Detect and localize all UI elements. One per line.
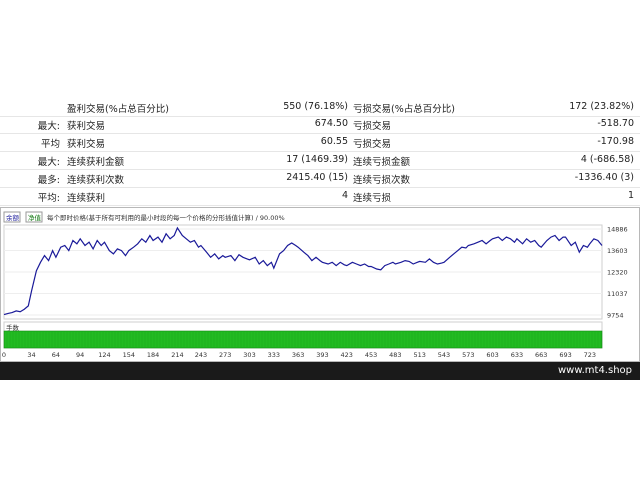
stat-label: 连续获利金额 [67, 157, 125, 168]
x-tick-label: 124 [98, 351, 110, 359]
stat-label: 亏损交易 [353, 121, 392, 132]
stat-value: 4 (-686.58) [580, 154, 634, 165]
stat-value: 674.50 [314, 118, 348, 129]
backtest-chart-panel: 余额 净值 每个即时价格(基于所有可利用的最小时段的每一个价格的分形插值计算) … [0, 207, 640, 362]
lots-label: 手数 [6, 323, 20, 332]
x-tick-label: 154 [123, 351, 135, 359]
y-tick-label: 9754 [607, 312, 624, 320]
x-tick-label: 573 [462, 351, 474, 359]
stat-value: -170.98 [597, 136, 634, 147]
stat-value: -1336.40 (3) [574, 172, 634, 183]
x-tick-label: 633 [511, 351, 523, 359]
chart-description: 每个即时价格(基于所有可利用的最小时段的每一个价格的分形插值计算) / 90.0… [47, 213, 285, 222]
stats-row: 平均: 连续获利 4 连续亏损 1 [0, 188, 640, 206]
x-tick-label: 273 [219, 351, 231, 359]
x-tick-label: 363 [292, 351, 304, 359]
stat-label: 连续亏损次数 [353, 175, 411, 186]
stat-value: 550 (76.18%) [283, 101, 348, 112]
y-tick-label: 11037 [607, 290, 628, 298]
stats-row: 盈利交易(%占总百分比) 550 (76.18%) 亏损交易(%占总百分比) 1… [0, 99, 640, 117]
equity-legend-label: 净值 [28, 213, 42, 222]
balance-legend-label: 余额 [6, 213, 20, 222]
x-tick-label: 64 [52, 351, 60, 359]
stat-label: 盈利交易(%占总百分比) [67, 104, 169, 115]
stat-value: 1 [627, 190, 634, 201]
x-tick-label: 663 [535, 351, 547, 359]
stat-label: 亏损交易(%占总百分比) [353, 104, 455, 115]
x-tick-label: 333 [268, 351, 280, 359]
stat-label: 连续亏损 [353, 193, 392, 204]
trade-stats-table: 盈利交易(%占总百分比) 550 (76.18%) 亏损交易(%占总百分比) 1… [0, 99, 640, 206]
stat-label: 获利交易 [67, 121, 106, 132]
x-tick-label: 243 [195, 351, 207, 359]
x-tick-label: 723 [584, 351, 596, 359]
stat-label: 最大: [37, 121, 60, 132]
stat-label: 最多: [37, 175, 60, 186]
x-tick-label: 0 [2, 351, 6, 359]
x-tick-label: 303 [243, 351, 255, 359]
x-tick-label: 423 [341, 351, 353, 359]
y-tick-label: 12320 [607, 269, 628, 277]
x-tick-label: 603 [486, 351, 498, 359]
x-tick-label: 393 [316, 351, 328, 359]
x-tick-label: 513 [413, 351, 425, 359]
x-tick-label: 34 [27, 351, 35, 359]
x-tick-label: 214 [171, 351, 183, 359]
stat-value: 4 [341, 190, 348, 201]
stat-label: 连续获利 [67, 193, 106, 204]
stats-row: 最大: 连续获利金额 17 (1469.39) 连续亏损金额 4 (-686.5… [0, 152, 640, 170]
x-tick-label: 543 [438, 351, 450, 359]
y-tick-label: 13603 [607, 247, 628, 255]
footer-bar: www.mt4.shop [0, 362, 640, 380]
stat-value: 17 (1469.39) [286, 154, 348, 165]
stat-label: 连续亏损金额 [353, 157, 411, 168]
stat-label: 亏损交易 [353, 139, 392, 150]
stat-value: 60.55 [320, 136, 348, 147]
x-tick-label: 184 [147, 351, 159, 359]
site-watermark: www.mt4.shop [557, 365, 632, 376]
stat-label: 平均: [37, 193, 60, 204]
x-tick-label: 94 [76, 351, 84, 359]
stat-value: -518.70 [597, 118, 634, 129]
x-tick-label: 483 [389, 351, 401, 359]
stat-value: 172 (23.82%) [569, 101, 634, 112]
x-tick-label: 693 [559, 351, 571, 359]
stats-row: 最多: 连续获利次数 2415.40 (15) 连续亏损次数 -1336.40 … [0, 170, 640, 188]
stat-label: 最大: [37, 157, 60, 168]
balance-chart: 余额 净值 每个即时价格(基于所有可利用的最小时段的每一个价格的分形插值计算) … [0, 207, 640, 362]
stats-row: 最大: 获利交易 674.50 亏损交易 -518.70 [0, 116, 640, 134]
stat-value: 2415.40 (15) [286, 172, 348, 183]
stat-label: 连续获利次数 [67, 175, 125, 186]
stat-label: 获利交易 [67, 139, 106, 150]
x-tick-label: 453 [365, 351, 377, 359]
lots-bars [3, 330, 603, 349]
stats-row: 平均 获利交易 60.55 亏损交易 -170.98 [0, 134, 640, 152]
y-tick-label: 14886 [607, 226, 628, 234]
stat-label: 平均 [40, 139, 60, 150]
